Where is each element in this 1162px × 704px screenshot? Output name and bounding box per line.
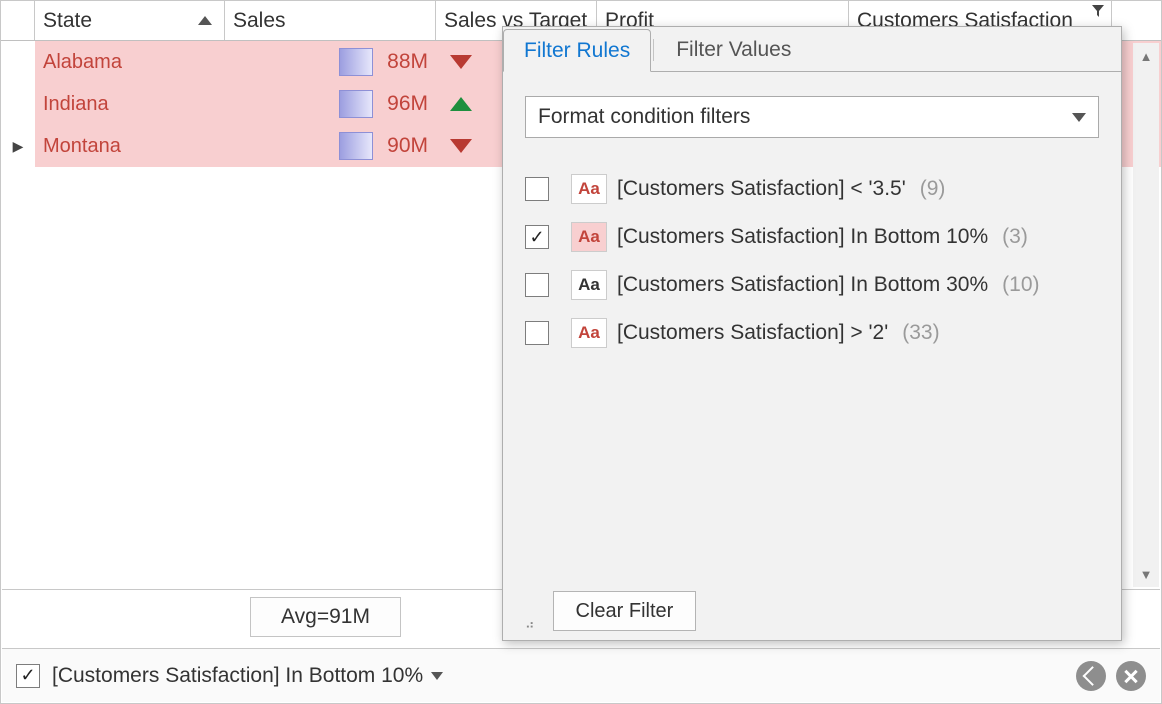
popup-body: Format condition filters Aa [Customers S… [503, 72, 1121, 582]
row-expander[interactable]: ▶ [1, 125, 35, 167]
filter-panel: [Customers Satisfaction] In Bottom 10% [2, 648, 1160, 702]
cell-state: Alabama [35, 41, 225, 83]
rule-count: (33) [902, 321, 939, 345]
close-icon [1123, 668, 1139, 684]
format-style-icon: Aa [571, 174, 607, 204]
filter-rule-item[interactable]: Aa [Customers Satisfaction] In Bottom 30… [525, 270, 1099, 300]
scroll-up-icon[interactable]: ▲ [1133, 43, 1159, 69]
cell-sales: 90M [225, 125, 436, 167]
trend-down-icon [450, 139, 472, 153]
filter-rule-item[interactable]: Aa [Customers Satisfaction] In Bottom 10… [525, 222, 1099, 252]
clear-filter-label: Clear Filter [576, 600, 674, 623]
tab-divider [653, 39, 654, 61]
popup-tabs: Filter Rules Filter Values [503, 27, 1121, 71]
filter-rule-list: Aa [Customers Satisfaction] < '3.5' (9) … [525, 174, 1099, 348]
state-label: Montana [43, 135, 121, 158]
clear-filter-button[interactable]: Clear Filter [553, 591, 697, 631]
rule-checkbox[interactable] [525, 177, 549, 201]
cell-state: Montana [35, 125, 225, 167]
filter-panel-text[interactable]: [Customers Satisfaction] In Bottom 10% [52, 664, 423, 688]
resize-handle-icon[interactable]: ⣠ [525, 613, 535, 629]
row-expander[interactable] [1, 83, 35, 125]
state-label: Indiana [43, 93, 109, 116]
close-filter-button[interactable] [1116, 661, 1146, 691]
sales-value: 96M [387, 92, 428, 116]
tab-label: Filter Values [676, 38, 791, 62]
popup-footer: ⣠ Clear Filter [503, 582, 1121, 640]
rule-text: [Customers Satisfaction] > '2' [617, 321, 888, 345]
edit-filter-button[interactable] [1076, 661, 1106, 691]
chevron-down-icon [1072, 113, 1086, 122]
cell-sales: 96M [225, 83, 436, 125]
format-style-icon: Aa [571, 318, 607, 348]
filter-panel-checkbox[interactable] [16, 664, 40, 688]
rule-text: [Customers Satisfaction] In Bottom 10% [617, 225, 988, 249]
combo-label: Format condition filters [538, 105, 750, 129]
tab-filter-rules[interactable]: Filter Rules [503, 29, 651, 72]
rule-checkbox[interactable] [525, 321, 549, 345]
pencil-icon [1083, 666, 1103, 686]
sales-swatch-icon [339, 132, 373, 160]
trend-up-icon [450, 97, 472, 111]
cell-state: Indiana [35, 83, 225, 125]
sales-swatch-icon [339, 48, 373, 76]
column-header-label: State [43, 9, 92, 33]
rule-checkbox[interactable] [525, 273, 549, 297]
filter-popup: Filter Rules Filter Values Format condit… [502, 26, 1122, 641]
rule-count: (10) [1002, 273, 1039, 297]
rule-count: (9) [920, 177, 946, 201]
sales-swatch-icon [339, 90, 373, 118]
column-header-sales[interactable]: Sales [225, 1, 436, 40]
filter-icon[interactable] [1091, 4, 1105, 21]
sort-ascending-icon [198, 16, 212, 25]
rule-text: [Customers Satisfaction] < '3.5' [617, 177, 906, 201]
vertical-scrollbar[interactable]: ▲ ▼ [1133, 43, 1159, 587]
rule-text: [Customers Satisfaction] In Bottom 30% [617, 273, 988, 297]
rule-count: (3) [1002, 225, 1028, 249]
scroll-down-icon[interactable]: ▼ [1133, 561, 1159, 587]
expander-column-header [1, 1, 35, 40]
tab-label: Filter Rules [524, 39, 630, 63]
condition-type-combo[interactable]: Format condition filters [525, 96, 1099, 138]
filter-rule-item[interactable]: Aa [Customers Satisfaction] < '3.5' (9) [525, 174, 1099, 204]
summary-avg-label: Avg=91M [281, 605, 370, 629]
chevron-down-icon[interactable] [431, 672, 443, 680]
trend-down-icon [450, 55, 472, 69]
filter-rule-item[interactable]: Aa [Customers Satisfaction] > '2' (33) [525, 318, 1099, 348]
tab-filter-values[interactable]: Filter Values [656, 29, 811, 71]
sales-value: 90M [387, 134, 428, 158]
column-header-state[interactable]: State [35, 1, 225, 40]
rule-checkbox[interactable] [525, 225, 549, 249]
row-expander[interactable] [1, 41, 35, 83]
cell-sales: 88M [225, 41, 436, 83]
format-style-icon: Aa [571, 270, 607, 300]
column-header-label: Sales [233, 9, 286, 33]
app-root: State Sales Sales vs Target Profit Custo… [0, 0, 1162, 704]
sales-value: 88M [387, 50, 428, 74]
summary-avg-button[interactable]: Avg=91M [250, 597, 401, 637]
state-label: Alabama [43, 51, 122, 74]
format-style-icon: Aa [571, 222, 607, 252]
